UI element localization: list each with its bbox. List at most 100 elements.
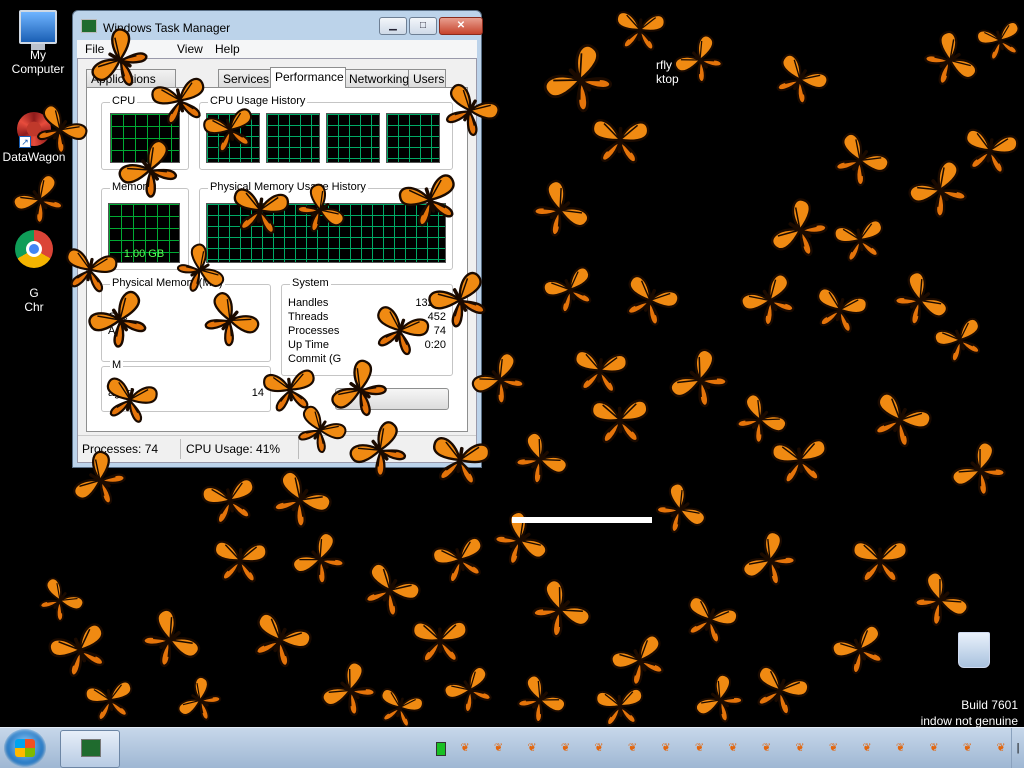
- desktop-icon-datawagon[interactable]: ↗ DataWagon: [0, 112, 70, 164]
- tray-butterfly-icon[interactable]: ❦: [894, 742, 908, 754]
- memory-meter: 1.00 GB: [108, 203, 180, 263]
- butterfly-icon: [626, 274, 680, 326]
- tray-butterfly-icon[interactable]: ❦: [659, 742, 673, 754]
- tab-applications[interactable]: Applications: [86, 69, 176, 87]
- butterfly-icon: [831, 625, 883, 675]
- windows-start-icon[interactable]: [4, 729, 46, 767]
- desktop-icon-label: DataWagon: [2, 150, 66, 164]
- title-bar[interactable]: Windows Task Manager ▁ □ ✕: [73, 11, 483, 39]
- butterfly-icon: [533, 179, 590, 237]
- desktop-icon-chrome[interactable]: G Chr: [0, 216, 70, 328]
- physical-memory-group: Physical Memory (MB) Cac A: [101, 277, 271, 362]
- menu-bar: File View Help: [77, 40, 477, 58]
- cpu-history-graph-core4: [386, 113, 440, 163]
- status-bar: Processes: 74 CPU Usage: 41%: [78, 435, 476, 462]
- butterfly-icon: [776, 54, 829, 105]
- butterfly-icon: [177, 675, 222, 721]
- butterfly-icon: [610, 633, 664, 686]
- memory-history-label: Physical Memory Usage History: [208, 181, 368, 193]
- butterfly-icon: [951, 441, 1006, 496]
- butterfly-icon: [543, 44, 613, 113]
- tray-butterfly-icon[interactable]: ❦: [827, 742, 841, 754]
- tray-cpu-meter-icon[interactable]: [436, 742, 446, 756]
- cpu-history-graph-core2: [266, 113, 320, 163]
- kernel-memory-label: M: [110, 359, 124, 371]
- butterfly-icon: [411, 620, 468, 663]
- desktop-icon-label: G Chr: [24, 286, 44, 314]
- menu-file[interactable]: File: [85, 42, 104, 56]
- butterfly-icon: [914, 571, 969, 626]
- tray-butterfly-icon[interactable]: ❦: [492, 742, 506, 754]
- task-manager-icon: [81, 19, 97, 33]
- butterfly-icon: [740, 272, 795, 326]
- memory-value: 1.00 GB: [123, 248, 165, 260]
- tray-butterfly-icon[interactable]: ❦: [726, 742, 740, 754]
- system-row-processes: Processes 74: [288, 325, 446, 337]
- tray-butterfly-icon[interactable]: ❦: [961, 742, 975, 754]
- tab-networking[interactable]: Networking: [344, 69, 410, 87]
- tray-butterfly-icon[interactable]: ❦: [760, 742, 774, 754]
- window-title: Windows Task Manager: [103, 21, 231, 35]
- tray-butterfly-icon[interactable]: ❦: [994, 742, 1008, 754]
- resource-monitor-button[interactable]: [335, 388, 449, 410]
- maximize-button[interactable]: □: [409, 17, 437, 35]
- tray-butterfly-icon[interactable]: ❦: [860, 742, 874, 754]
- kernel-memory-group: M aged 14: [101, 359, 271, 412]
- kernel-memory-row: aged 14: [108, 387, 264, 399]
- tray-butterfly-icon[interactable]: ❦: [458, 742, 472, 754]
- recycle-bin-icon[interactable]: [958, 632, 990, 668]
- butterfly-icon: [656, 482, 706, 534]
- butterfly-icon: [364, 562, 421, 617]
- system-row-uptime: Up Time 0:20: [288, 339, 446, 351]
- tray-butterfly-icon[interactable]: ❦: [927, 742, 941, 754]
- taskbar-button-task-manager[interactable]: [60, 730, 120, 768]
- butterfly-icon: [595, 687, 644, 726]
- tray-butterfly-icon[interactable]: ❦: [559, 742, 573, 754]
- tray-butterfly-icon[interactable]: ❦: [693, 742, 707, 754]
- cpu-usage-label: CPU: [110, 95, 138, 107]
- butterfly-icon: [84, 680, 133, 721]
- status-divider: [180, 439, 181, 459]
- menu-help[interactable]: Help: [215, 42, 240, 56]
- butterfly-icon: [515, 432, 568, 485]
- butterfly-icon: [874, 392, 932, 448]
- system-group: System Handles 13280 Threads 452 Processes…: [281, 277, 453, 376]
- tray-butterfly-icon[interactable]: ❦: [793, 742, 807, 754]
- show-desktop-button[interactable]: |: [1011, 728, 1024, 768]
- desktop-icon-label: My Computer: [11, 48, 65, 76]
- desktop-icon-my-computer[interactable]: My Computer: [2, 10, 74, 76]
- status-processes: Processes: 74: [82, 442, 159, 456]
- task-manager-window[interactable]: Windows Task Manager ▁ □ ✕ File View Hel…: [72, 10, 483, 468]
- tray-butterfly-icon[interactable]: ❦: [592, 742, 606, 754]
- tray-butterfly-icon[interactable]: ❦: [525, 742, 539, 754]
- minimize-button[interactable]: ▁: [379, 17, 407, 35]
- memory-label: Memory: [110, 181, 154, 193]
- build-watermark: Build 7601: [961, 698, 1018, 712]
- desktop-text-fragment: rfly on ktop: [656, 58, 689, 86]
- butterfly-icon: [494, 510, 548, 565]
- butterfly-icon: [924, 30, 978, 85]
- butterfly-icon: [590, 399, 649, 444]
- tray-butterfly-icon[interactable]: ❦: [626, 742, 640, 754]
- butterfly-icon: [254, 612, 312, 668]
- system-label: System: [290, 277, 331, 289]
- butterfly-icon: [574, 349, 628, 393]
- status-divider: [298, 439, 299, 459]
- tab-performance[interactable]: Performance: [270, 67, 346, 88]
- butterfly-icon: [894, 270, 949, 326]
- tab-users[interactable]: Users: [408, 69, 446, 87]
- butterfly-icon: [443, 665, 492, 713]
- butterfly-icon: [380, 688, 424, 728]
- system-row-handles: Handles 13280: [288, 297, 446, 309]
- butterfly-icon: [833, 219, 883, 262]
- menu-view[interactable]: View: [177, 42, 203, 56]
- close-button[interactable]: ✕: [439, 17, 483, 35]
- shortcut-arrow-icon: ↗: [19, 136, 31, 148]
- datawagon-icon: ↗: [17, 112, 51, 148]
- tab-services[interactable]: Services: [218, 69, 274, 87]
- butterfly-icon: [591, 119, 650, 164]
- cpu-usage-group: CPU: [101, 95, 189, 170]
- memory-history-group: Physical Memory Usage History: [199, 181, 453, 270]
- butterfly-icon: [933, 318, 981, 363]
- butterfly-icon: [908, 160, 967, 218]
